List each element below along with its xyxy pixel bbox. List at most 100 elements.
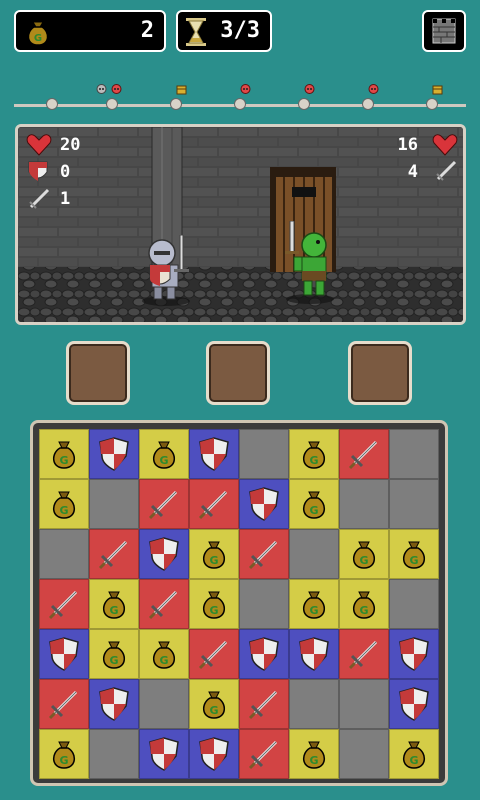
gold-tile[interactable]: G bbox=[39, 729, 89, 779]
gold-tile[interactable]: G bbox=[289, 579, 339, 629]
shield-tile[interactable] bbox=[39, 629, 89, 679]
skull-icon bbox=[96, 84, 107, 94]
knight-player-sprite bbox=[142, 235, 190, 306]
empty-tile[interactable] bbox=[289, 529, 339, 579]
gold-tile[interactable]: G bbox=[189, 529, 239, 579]
sword-tile[interactable] bbox=[239, 729, 289, 779]
empty-tile[interactable] bbox=[389, 429, 439, 479]
sword-tile[interactable] bbox=[39, 679, 89, 729]
player-heart-icon bbox=[26, 134, 52, 156]
dungeon-background bbox=[18, 127, 463, 322]
gold-tile[interactable]: G bbox=[189, 579, 239, 629]
empty-tile[interactable] bbox=[389, 579, 439, 629]
empty-tile[interactable] bbox=[289, 679, 339, 729]
shield-tile[interactable] bbox=[239, 629, 289, 679]
enemy-marker-icon bbox=[368, 84, 379, 94]
gold-tile[interactable]: G bbox=[89, 579, 139, 629]
progress-node bbox=[298, 98, 310, 110]
shield-tile[interactable] bbox=[189, 729, 239, 779]
svg-text:G: G bbox=[409, 754, 418, 767]
progress-node bbox=[170, 98, 182, 110]
gold-tile[interactable]: G bbox=[139, 429, 189, 479]
empty-tile[interactable] bbox=[339, 679, 389, 729]
gold-bag-icon: G bbox=[53, 741, 75, 769]
sword-icon bbox=[348, 640, 378, 670]
gold-tile[interactable]: G bbox=[339, 529, 389, 579]
gold-bag-icon: G bbox=[103, 591, 125, 619]
gold-bag-icon: G bbox=[403, 741, 425, 769]
shield-tile[interactable] bbox=[139, 529, 189, 579]
shield-icon bbox=[149, 537, 179, 571]
gold-bag-icon: G bbox=[153, 441, 175, 469]
gold-tile[interactable]: G bbox=[289, 479, 339, 529]
empty-tile[interactable] bbox=[239, 579, 289, 629]
empty-tile[interactable] bbox=[389, 479, 439, 529]
gold-bag-icon: G bbox=[27, 21, 49, 46]
svg-text:G: G bbox=[59, 754, 68, 767]
shield-tile[interactable] bbox=[189, 429, 239, 479]
shield-icon bbox=[299, 637, 329, 671]
shield-tile[interactable] bbox=[239, 479, 289, 529]
shield-icon bbox=[399, 637, 429, 671]
shield-tile[interactable] bbox=[289, 629, 339, 679]
sword-tile[interactable] bbox=[339, 629, 389, 679]
gold-bag-icon: G bbox=[53, 441, 75, 469]
gold-tile[interactable]: G bbox=[289, 729, 339, 779]
item-slot-1[interactable] bbox=[66, 341, 130, 405]
gold-bag-icon: G bbox=[53, 491, 75, 519]
sword-tile[interactable] bbox=[139, 479, 189, 529]
gold-bag-icon: G bbox=[103, 641, 125, 669]
empty-tile[interactable] bbox=[89, 479, 139, 529]
gold-tile[interactable]: G bbox=[39, 429, 89, 479]
sword-tile[interactable] bbox=[189, 629, 239, 679]
shield-icon bbox=[249, 637, 279, 671]
sword-icon bbox=[48, 590, 78, 620]
empty-tile[interactable] bbox=[239, 429, 289, 479]
item-slot-3[interactable] bbox=[348, 341, 412, 405]
progress-node bbox=[106, 98, 118, 110]
empty-tile[interactable] bbox=[89, 729, 139, 779]
sword-icon bbox=[248, 540, 278, 570]
gold-tile[interactable]: G bbox=[289, 429, 339, 479]
sword-tile[interactable] bbox=[139, 579, 189, 629]
shield-icon bbox=[399, 687, 429, 721]
item-slot-2[interactable] bbox=[206, 341, 270, 405]
gold-count: 2 bbox=[140, 18, 154, 43]
empty-tile[interactable] bbox=[39, 529, 89, 579]
sword-tile[interactable] bbox=[339, 429, 389, 479]
shield-tile[interactable] bbox=[389, 629, 439, 679]
sword-tile[interactable] bbox=[239, 679, 289, 729]
empty-tile[interactable] bbox=[339, 729, 389, 779]
progress-node bbox=[46, 98, 58, 110]
shield-tile[interactable] bbox=[139, 729, 189, 779]
player-armor-icon bbox=[28, 161, 48, 181]
gold-bag-icon: G bbox=[203, 591, 225, 619]
gold-tile[interactable]: G bbox=[139, 629, 189, 679]
gold-bag-icon: G bbox=[303, 491, 325, 519]
gold-tile[interactable]: G bbox=[39, 479, 89, 529]
gold-tile[interactable]: G bbox=[189, 679, 239, 729]
gold-bag-icon: G bbox=[153, 641, 175, 669]
sword-tile[interactable] bbox=[239, 529, 289, 579]
svg-text:G: G bbox=[34, 33, 42, 44]
sword-tile[interactable] bbox=[89, 529, 139, 579]
shield-tile[interactable] bbox=[89, 429, 139, 479]
tower-button[interactable] bbox=[422, 10, 466, 52]
shield-icon bbox=[149, 737, 179, 771]
gold-tile[interactable]: G bbox=[389, 729, 439, 779]
shield-tile[interactable] bbox=[89, 679, 139, 729]
gold-tile[interactable]: G bbox=[89, 629, 139, 679]
svg-text:G: G bbox=[59, 454, 68, 467]
gold-tile[interactable]: G bbox=[389, 529, 439, 579]
sword-tile[interactable] bbox=[39, 579, 89, 629]
empty-tile[interactable] bbox=[339, 479, 389, 529]
sword-tile[interactable] bbox=[189, 479, 239, 529]
shield-tile[interactable] bbox=[389, 679, 439, 729]
enemy-marker-icon bbox=[111, 84, 122, 94]
svg-text:G: G bbox=[209, 554, 218, 567]
gold-tile[interactable]: G bbox=[339, 579, 389, 629]
sword-icon bbox=[198, 640, 228, 670]
svg-text:G: G bbox=[159, 454, 168, 467]
empty-tile[interactable] bbox=[139, 679, 189, 729]
player-attack: 1 bbox=[60, 189, 71, 209]
